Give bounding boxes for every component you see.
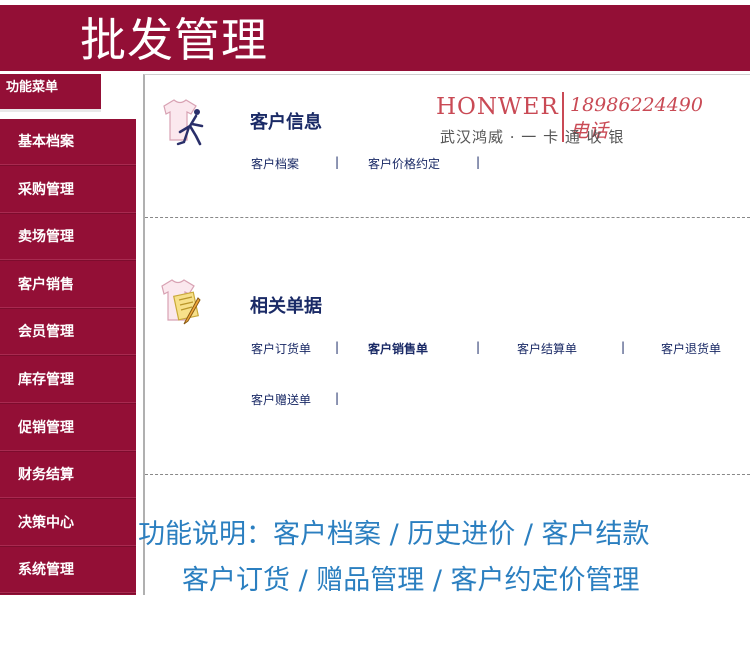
sidebar-item-system[interactable]: 系统管理 — [0, 547, 136, 595]
function-menu-tab[interactable]: 功能菜单 — [0, 74, 101, 109]
shirt-person-icon — [156, 96, 212, 156]
sidebar-item-members[interactable]: 会员管理 — [0, 309, 136, 357]
page-title: 批发管理 — [80, 13, 268, 67]
sidebar-item-promotion[interactable]: 促销管理 — [0, 405, 136, 452]
sidebar-item-decision-center[interactable]: 决策中心 — [0, 500, 136, 547]
link-customer-records[interactable]: 客户档案 — [251, 155, 299, 172]
link-customer-gift[interactable]: 客户赠送单 — [251, 391, 311, 408]
link-separator: | — [476, 155, 481, 169]
link-customer-sales-order[interactable]: 客户销售单 — [368, 340, 428, 357]
function-description-line1: 功能说明：客户档案 / 历史进价 / 客户结款 — [138, 519, 650, 550]
link-customer-order[interactable]: 客户订货单 — [251, 340, 311, 357]
honwer-logo: HONWER 18986224490电话 武汉鸿威 · 一 卡 通 收 银 — [436, 82, 708, 148]
function-description-line2: 客户订货 / 赠品管理 / 客户约定价管理 — [182, 565, 640, 596]
sidebar-item-customer-sales[interactable]: 客户销售 — [0, 262, 136, 309]
link-separator: | — [621, 340, 626, 354]
link-separator: | — [335, 391, 340, 405]
section-divider — [145, 474, 750, 475]
shirt-document-icon — [156, 276, 212, 336]
link-customer-return[interactable]: 客户退货单 — [661, 340, 721, 357]
link-separator: | — [476, 340, 481, 354]
link-separator: | — [335, 155, 340, 169]
section-title-related-documents: 相关单据 — [250, 296, 322, 317]
section-divider — [145, 217, 750, 218]
sidebar-item-finance[interactable]: 财务结算 — [0, 452, 136, 500]
section-title-customer-info: 客户信息 — [250, 112, 322, 133]
link-customer-price-agreement[interactable]: 客户价格约定 — [368, 155, 440, 172]
sidebar: 基本档案 采购管理 卖场管理 客户销售 会员管理 库存管理 促销管理 财务结算 … — [0, 119, 136, 595]
sidebar-item-inventory[interactable]: 库存管理 — [0, 357, 136, 404]
link-separator: | — [335, 340, 340, 354]
sidebar-item-store[interactable]: 卖场管理 — [0, 214, 136, 262]
header-bar: 批发管理 — [0, 5, 750, 71]
link-customer-settlement[interactable]: 客户结算单 — [517, 340, 577, 357]
logo-tagline: 武汉鸿威 · 一 卡 通 收 银 — [440, 128, 625, 146]
sidebar-item-purchasing[interactable]: 采购管理 — [0, 167, 136, 214]
function-menu-tab-shadow — [0, 109, 101, 112]
logo-brand: HONWER — [436, 94, 559, 120]
sidebar-item-basic-records[interactable]: 基本档案 — [0, 119, 136, 166]
